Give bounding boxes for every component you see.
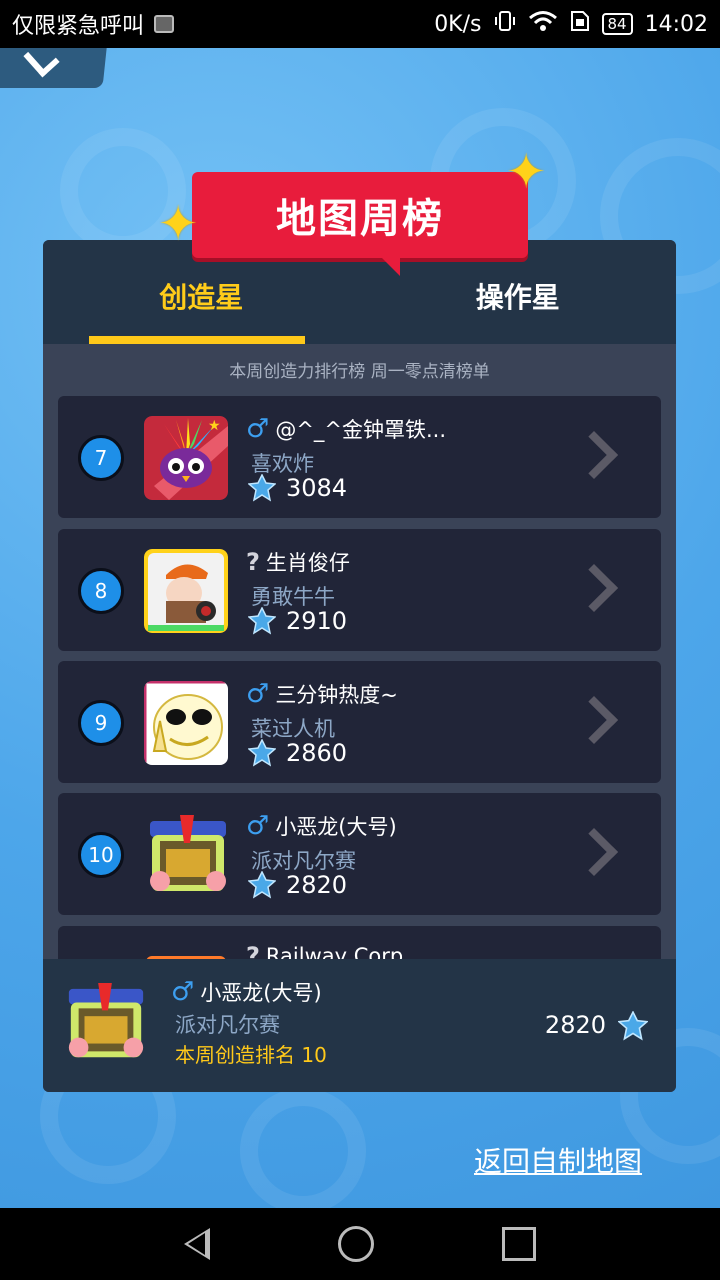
leaderboard-panel: 创造星 操作星 本周创造力排行榜 周一零点清榜单 7 ★ ♂ @^_^金钟罩铁.… (43, 240, 676, 1092)
active-tab-indicator (89, 336, 305, 344)
chevron-right-icon[interactable] (569, 563, 619, 613)
chevron-right-icon[interactable] (569, 695, 619, 745)
wifi-icon (528, 10, 558, 38)
player-name: ♂ 小恶龙(大号) (246, 811, 397, 841)
svg-text:★: ★ (208, 418, 221, 434)
status-bar: 仅限紧急呼叫 0K/s 84 14:02 (0, 0, 720, 48)
my-ranking-bar: ♂ 小恶龙(大号) 派对凡尔赛 本周创造排名 10 2820 (43, 959, 676, 1092)
back-button[interactable] (0, 48, 108, 88)
return-to-custom-maps-link[interactable]: 返回自制地图 (474, 1140, 642, 1180)
crystal-icon (247, 473, 277, 502)
score: 3084 (247, 473, 348, 502)
leaderboard-row[interactable]: 10 ♂ 小恶龙(大号) 派对凡尔赛 2820 (58, 793, 661, 915)
my-rank-text: 本周创造排名 10 (175, 1043, 327, 1067)
rank-badge: 8 (78, 568, 124, 614)
system-nav-bar (0, 1208, 720, 1280)
score-value: 3084 (286, 474, 348, 502)
crystal-icon (247, 738, 277, 767)
my-player-name-text: 小恶龙(大号) (200, 981, 322, 1005)
score-value: 2820 (286, 871, 348, 899)
nav-home-icon[interactable] (338, 1226, 374, 1262)
clock: 14:02 (644, 11, 708, 37)
my-score-value: 2820 (544, 1011, 606, 1039)
leaderboard-row[interactable]: 7 ★ ♂ @^_^金钟罩铁... 喜欢炸 3084 (58, 396, 661, 518)
avatar (144, 813, 228, 897)
my-score: 2820 (544, 1010, 649, 1041)
male-icon: ♂ (246, 811, 270, 841)
male-icon: ♂ (246, 414, 270, 444)
avatar (144, 549, 228, 633)
player-name: ? 生肖俊仔 (246, 547, 350, 577)
page-title-banner: 地图周榜 (192, 172, 528, 276)
chevron-right-icon[interactable] (569, 430, 619, 480)
player-name-text: Railway Corp (265, 944, 404, 959)
nav-recent-apps-icon[interactable] (502, 1227, 536, 1261)
score-value: 2860 (286, 739, 348, 767)
rank-badge: 9 (78, 700, 124, 746)
star-icon-right: ✦ (506, 144, 547, 200)
my-avatar (63, 981, 149, 1067)
player-name-text: 三分钟热度~ (275, 683, 398, 707)
sim-icon (570, 10, 590, 38)
unknown-gender-icon: ? (246, 942, 260, 959)
player-name: ? Railway Corp (246, 944, 403, 959)
player-name-text: 生肖俊仔 (265, 551, 350, 575)
score: 2860 (247, 738, 348, 767)
network-speed: 0K/s (434, 11, 482, 37)
rank-badge: 7 (78, 435, 124, 481)
my-map-name: 派对凡尔赛 (175, 1013, 280, 1037)
score-value: 2910 (286, 607, 348, 635)
leaderboard-list[interactable]: 7 ★ ♂ @^_^金钟罩铁... 喜欢炸 3084 8 ? 生肖俊仔 勇敢牛牛… (58, 396, 661, 959)
unknown-gender-icon: ? (246, 548, 260, 576)
crystal-icon (247, 870, 277, 899)
male-icon: ♂ (246, 679, 270, 709)
player-name-text: 小恶龙(大号) (275, 815, 397, 839)
star-icon-left: ✦ (158, 196, 199, 252)
score: 2910 (247, 606, 348, 635)
leaderboard-row[interactable]: ? Railway Corp (58, 926, 661, 959)
chevron-right-icon[interactable] (569, 827, 619, 877)
score: 2820 (247, 870, 348, 899)
image-notification-icon (154, 15, 175, 33)
player-name: ♂ 三分钟热度~ (246, 679, 398, 709)
vibrate-icon (494, 10, 516, 38)
male-icon: ♂ (171, 977, 195, 1007)
avatar (144, 946, 228, 959)
leaderboard-row[interactable]: 8 ? 生肖俊仔 勇敢牛牛 2910 (58, 529, 661, 651)
leaderboard-subtitle: 本周创造力排行榜 周一零点清榜单 (229, 361, 490, 382)
avatar: ★ (144, 416, 228, 500)
rank-badge: 10 (78, 832, 124, 878)
crystal-icon (247, 606, 277, 635)
battery-icon: 84 (601, 13, 633, 35)
nav-back-icon[interactable] (184, 1228, 210, 1260)
player-name-text: @^_^金钟罩铁... (275, 418, 447, 442)
carrier-text: 仅限紧急呼叫 (12, 14, 145, 39)
player-name: ♂ @^_^金钟罩铁... (246, 414, 446, 444)
avatar (144, 681, 228, 765)
crystal-icon (617, 1010, 649, 1041)
my-player-name: ♂ 小恶龙(大号) (171, 977, 322, 1007)
leaderboard-row[interactable]: 9 ♂ 三分钟热度~ 菜过人机 2860 (58, 661, 661, 783)
back-arrow-icon (23, 48, 60, 78)
